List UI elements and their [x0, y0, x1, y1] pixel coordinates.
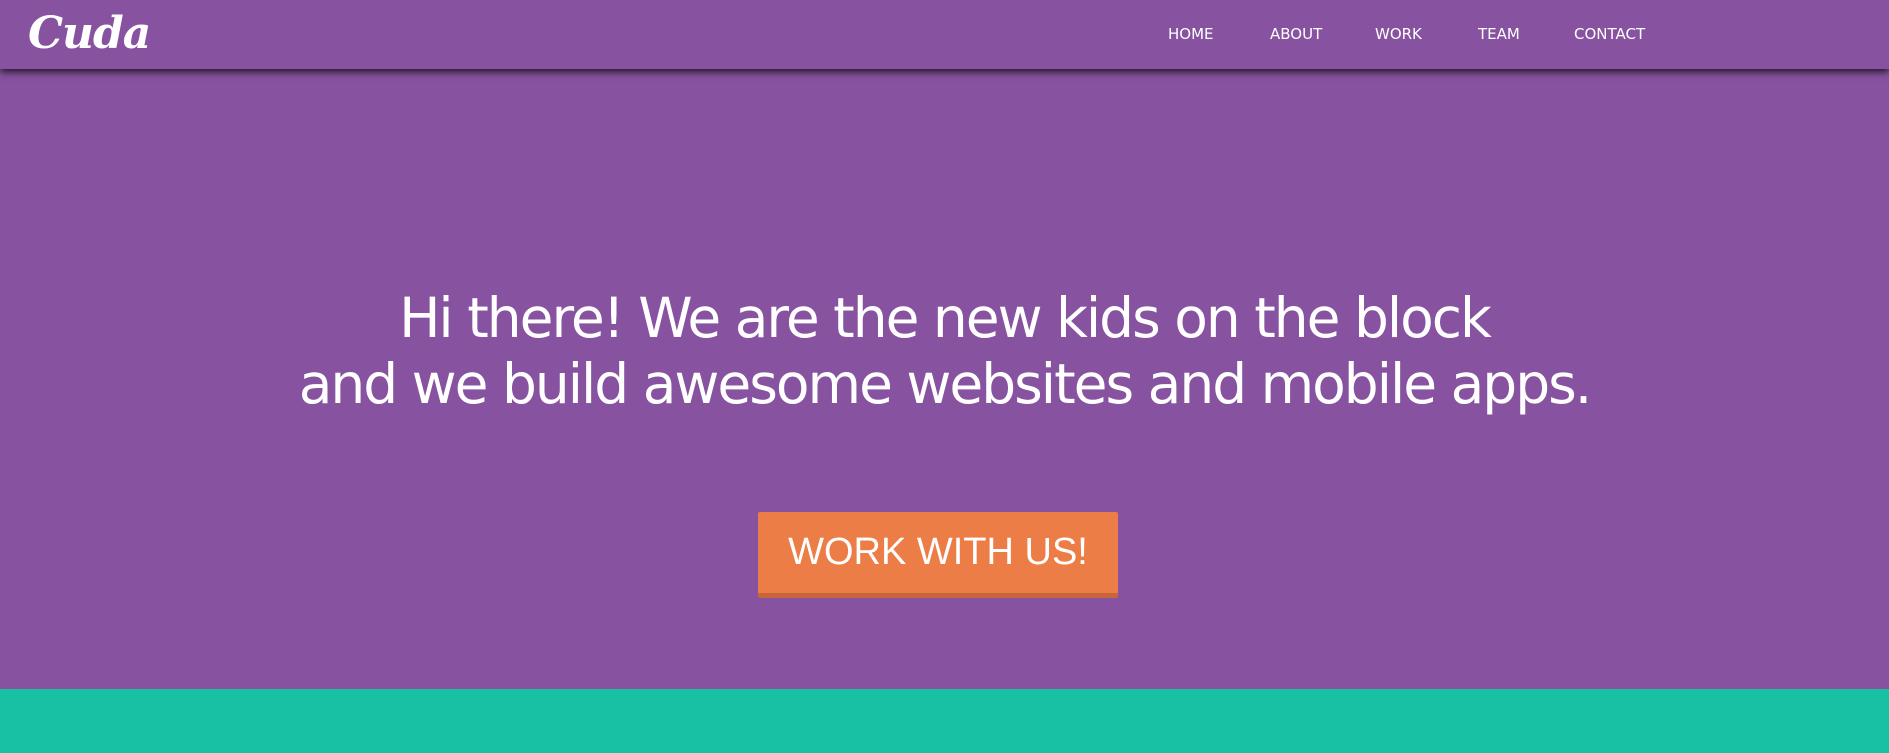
nav-work[interactable]: WORK	[1375, 24, 1422, 44]
hero-headline: Hi there! We are the new kids on the blo…	[0, 285, 1889, 417]
nav-about[interactable]: ABOUT	[1270, 24, 1322, 44]
work-with-us-button[interactable]: WORK WITH US!	[758, 512, 1118, 598]
hero-section: Hi there! We are the new kids on the blo…	[0, 69, 1889, 689]
next-section-band	[0, 689, 1889, 753]
top-navbar: Cuda HOME ABOUT WORK TEAM CONTACT	[0, 0, 1889, 69]
main-nav: HOME ABOUT WORK TEAM CONTACT	[1150, 0, 1670, 69]
brand-logo[interactable]: Cuda	[28, 4, 151, 64]
hero-headline-line-1: Hi there! We are the new kids on the blo…	[399, 286, 1492, 350]
nav-home[interactable]: HOME	[1168, 24, 1214, 44]
nav-team[interactable]: TEAM	[1478, 24, 1520, 44]
hero-headline-line-2: and we build awesome websites and mobile…	[298, 352, 1593, 416]
nav-contact[interactable]: CONTACT	[1574, 24, 1645, 44]
